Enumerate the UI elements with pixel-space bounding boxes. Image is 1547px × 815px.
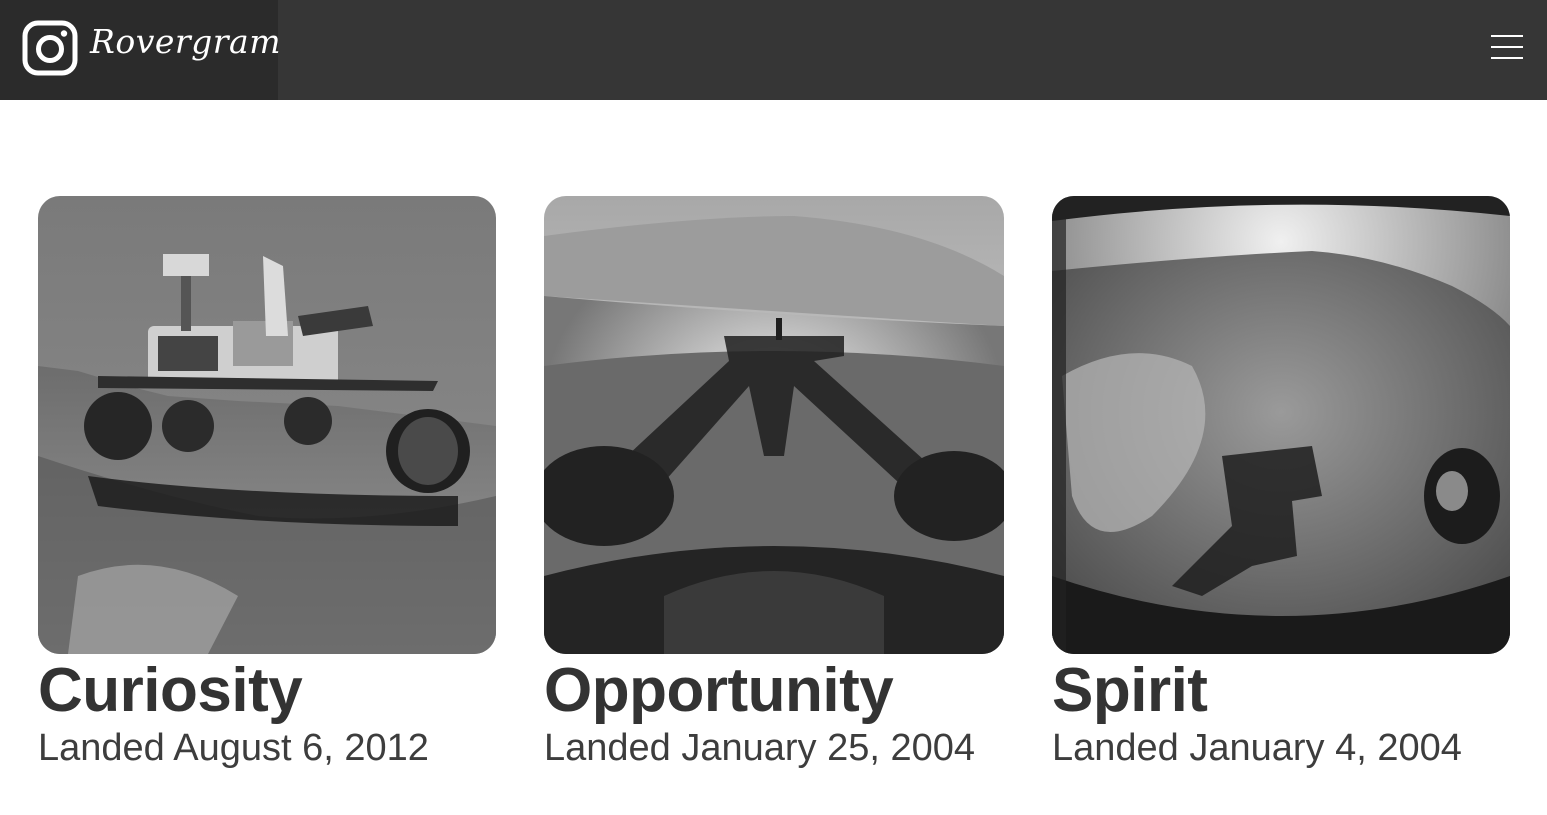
rover-name: Spirit [1052,656,1208,725]
menu-button[interactable] [1491,33,1523,61]
rover-photo-opportunity[interactable] [544,196,1004,654]
camera-icon [22,20,78,76]
rover-landing-date: Landed January 4, 2004 [1052,727,1462,769]
hamburger-icon [1491,33,1523,61]
rover-landing-date: Landed January 25, 2004 [544,727,976,769]
rover-photo-curiosity[interactable] [38,196,496,654]
navbar: Rovergram [0,0,1547,100]
rover-card-curiosity[interactable]: Curiosity Landed August 6, 2012 [38,196,498,772]
rover-name: Opportunity [544,656,894,725]
rover-landing-date: Landed August 6, 2012 [38,727,429,769]
rover-card-spirit[interactable]: Spirit Landed January 4, 2004 [1052,196,1512,772]
brand-link[interactable]: Rovergram [0,0,282,100]
rover-photo-spirit[interactable] [1052,196,1510,654]
rover-name: Curiosity [38,656,303,725]
brand-name: Rovergram [90,22,282,61]
rover-card-opportunity[interactable]: Opportunity Landed January 25, 2004 [544,196,1004,772]
